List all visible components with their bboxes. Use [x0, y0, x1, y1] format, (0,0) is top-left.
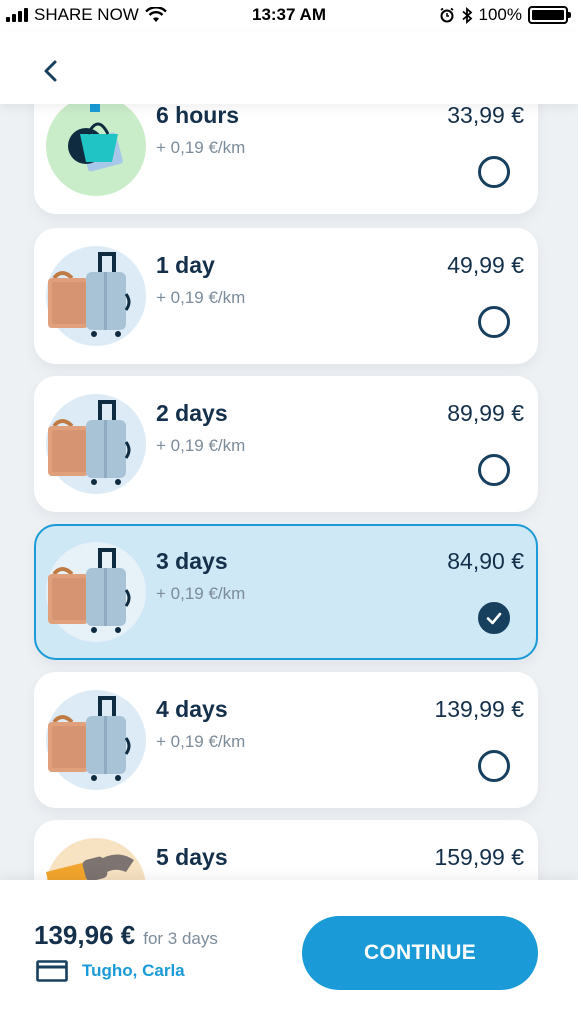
hand-watch-icon — [46, 838, 146, 880]
carrier-label: SHARE NOW — [34, 5, 139, 24]
status-right: 100% — [439, 5, 571, 25]
option-1-day[interactable]: 1 day + 0,19 €/km 49,99 € — [34, 228, 538, 364]
option-5-days[interactable]: 5 days 159,99 € — [34, 820, 538, 880]
option-6-hours[interactable]: 6 hours + 0,19 €/km 33,99 € — [34, 104, 538, 214]
option-name: 3 days — [156, 548, 228, 574]
radio-button[interactable] — [478, 454, 510, 486]
luggage-icon — [46, 542, 146, 642]
total-summary: 139,96 € for 3 days — [34, 920, 218, 951]
option-rate: + 0,19 €/km — [156, 138, 246, 157]
bottom-bar: 139,96 € for 3 days Tugho, Carla CONTINU… — [0, 880, 578, 1024]
header — [0, 32, 578, 104]
option-name: 1 day — [156, 252, 215, 278]
luggage-icon — [46, 690, 146, 790]
option-rate: + 0,19 €/km — [156, 436, 246, 455]
option-price: 139,99 € — [434, 696, 524, 722]
wifi-icon — [144, 7, 167, 22]
option-price: 49,99 € — [447, 252, 524, 278]
option-name: 6 hours — [156, 104, 240, 128]
option-rate: + 0,19 €/km — [156, 288, 246, 307]
chevron-left-icon — [44, 60, 57, 82]
luggage-icon — [46, 246, 146, 346]
option-rate: + 0,19 €/km — [156, 732, 246, 751]
radio-button[interactable] — [478, 156, 510, 188]
total-period: for 3 days — [143, 929, 218, 948]
option-2-days[interactable]: 2 days + 0,19 €/km 89,99 € — [34, 376, 538, 512]
option-name: 4 days — [156, 696, 228, 722]
battery-label: 100% — [478, 5, 522, 24]
back-button[interactable] — [36, 56, 66, 86]
option-3-days[interactable]: 3 days + 0,19 €/km 84,90 € — [34, 524, 538, 660]
bluetooth-icon — [461, 6, 472, 24]
option-price: 33,99 € — [447, 104, 524, 128]
option-rate: + 0,19 €/km — [156, 584, 246, 603]
option-4-days[interactable]: 4 days + 0,19 €/km 139,99 € — [34, 672, 538, 808]
payer-selector[interactable]: Tugho, Carla — [36, 960, 185, 982]
radio-button-checked[interactable] — [478, 602, 510, 634]
option-price: 89,99 € — [447, 400, 524, 426]
luggage-icon — [46, 394, 146, 494]
status-bar: SHARE NOW 13:37 AM 100% — [0, 0, 578, 32]
package-list: 6 hours + 0,19 €/km 33,99 € 1 day + 0,19… — [0, 104, 578, 880]
battery-icon — [528, 6, 571, 24]
status-left: SHARE NOW — [6, 5, 167, 25]
total-amount: 139,96 € — [34, 920, 136, 950]
card-icon — [36, 960, 68, 982]
alarm-icon — [439, 7, 454, 23]
radio-button[interactable] — [478, 750, 510, 782]
option-price: 159,99 € — [434, 844, 524, 870]
continue-button[interactable]: CONTINUE — [302, 916, 538, 990]
radio-button[interactable] — [478, 306, 510, 338]
shopping-bag-icon — [46, 104, 146, 196]
option-name: 2 days — [156, 400, 228, 426]
signal-icon — [6, 8, 28, 22]
checkmark-icon — [486, 612, 502, 625]
payer-name: Tugho, Carla — [82, 961, 185, 980]
option-name: 5 days — [156, 844, 228, 870]
option-price: 84,90 € — [447, 548, 524, 574]
